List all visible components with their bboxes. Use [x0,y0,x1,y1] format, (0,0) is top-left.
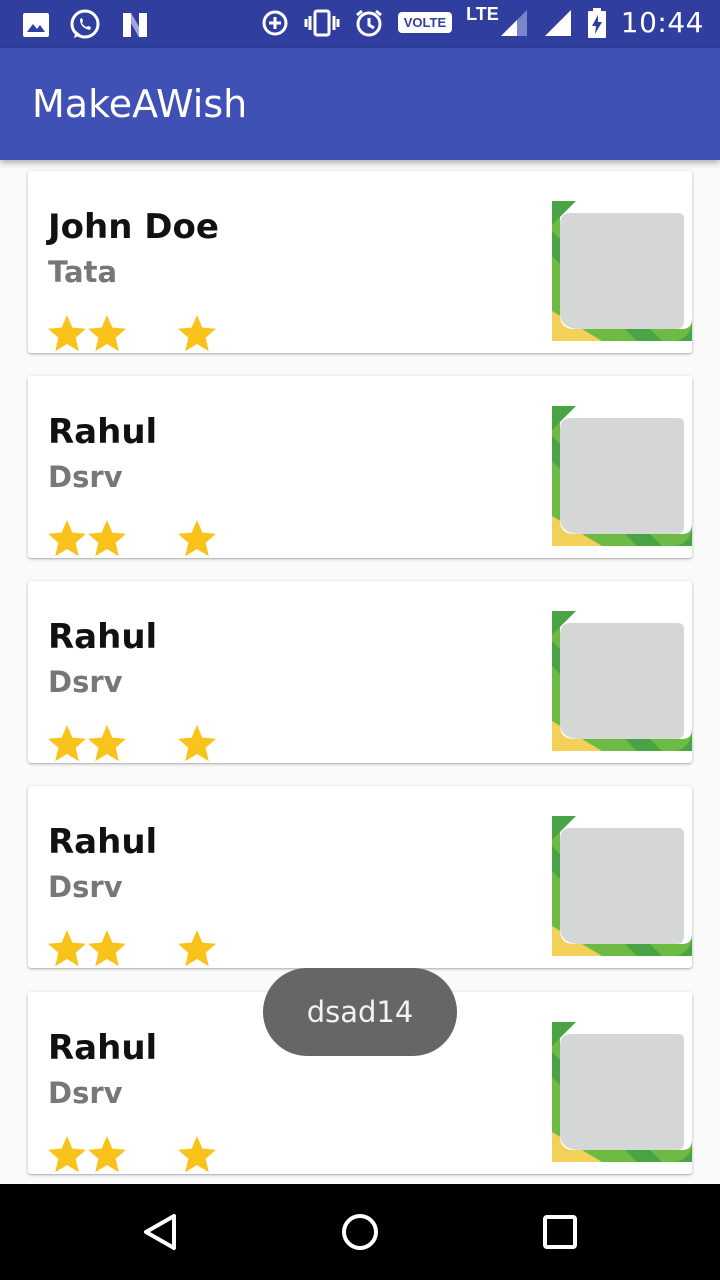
card-name: Rahul [48,822,158,862]
card-name: John Doe [48,207,219,247]
back-icon[interactable] [136,1208,184,1256]
wish-card[interactable]: Rahul Dsrv [28,376,692,558]
star-icon [88,1136,126,1173]
app-title: MakeAWish [32,82,248,126]
data-saver-icon [260,8,290,38]
wish-card[interactable]: John Doe Tata [28,171,692,353]
image-placeholder-icon [552,201,692,341]
card-subtitle: Dsrv [48,665,123,699]
app-bar: MakeAWish [0,48,720,160]
card-subtitle: Tata [48,255,118,289]
star-icon [88,725,126,762]
signal-icon [543,8,573,38]
n-logo-icon [120,11,150,39]
network-type: LTE [466,4,499,24]
image-icon [22,12,50,38]
star-icon [178,520,216,557]
wish-card[interactable]: Rahul Dsrv [28,581,692,763]
recents-icon[interactable] [536,1208,584,1256]
image-placeholder-icon [552,816,692,956]
star-icon [178,725,216,762]
image-placeholder-icon [552,406,692,546]
star-icon [48,930,86,967]
star-icon [178,315,216,352]
star-icon [178,930,216,967]
card-name: Rahul [48,412,158,452]
star-icon [48,520,86,557]
star-icon [48,1136,86,1173]
image-placeholder-icon [552,1022,692,1162]
image-placeholder-icon [552,611,692,751]
toast-message: dsad14 [263,968,457,1056]
star-icon [48,315,86,352]
whatsapp-icon [68,8,102,42]
card-name: Rahul [48,617,158,657]
card-subtitle: Dsrv [48,1076,123,1110]
wish-card[interactable]: Rahul Dsrv [28,786,692,968]
volte-icon: VOLTE [397,12,453,33]
star-icon [88,315,126,352]
card-subtitle: Dsrv [48,460,123,494]
home-icon[interactable] [336,1208,384,1256]
vibrate-icon [304,8,340,38]
card-subtitle: Dsrv [48,870,123,904]
battery-charging-icon [587,7,607,39]
card-name: Rahul [48,1028,158,1068]
clock: 10:44 [620,6,704,39]
star-icon [88,520,126,557]
star-icon [178,1136,216,1173]
navigation-bar [0,1184,720,1280]
status-bar: VOLTE LTE 10:44 [0,0,720,48]
alarm-icon [354,8,384,38]
star-icon [88,930,126,967]
star-icon [48,725,86,762]
signal-icon [499,8,529,38]
